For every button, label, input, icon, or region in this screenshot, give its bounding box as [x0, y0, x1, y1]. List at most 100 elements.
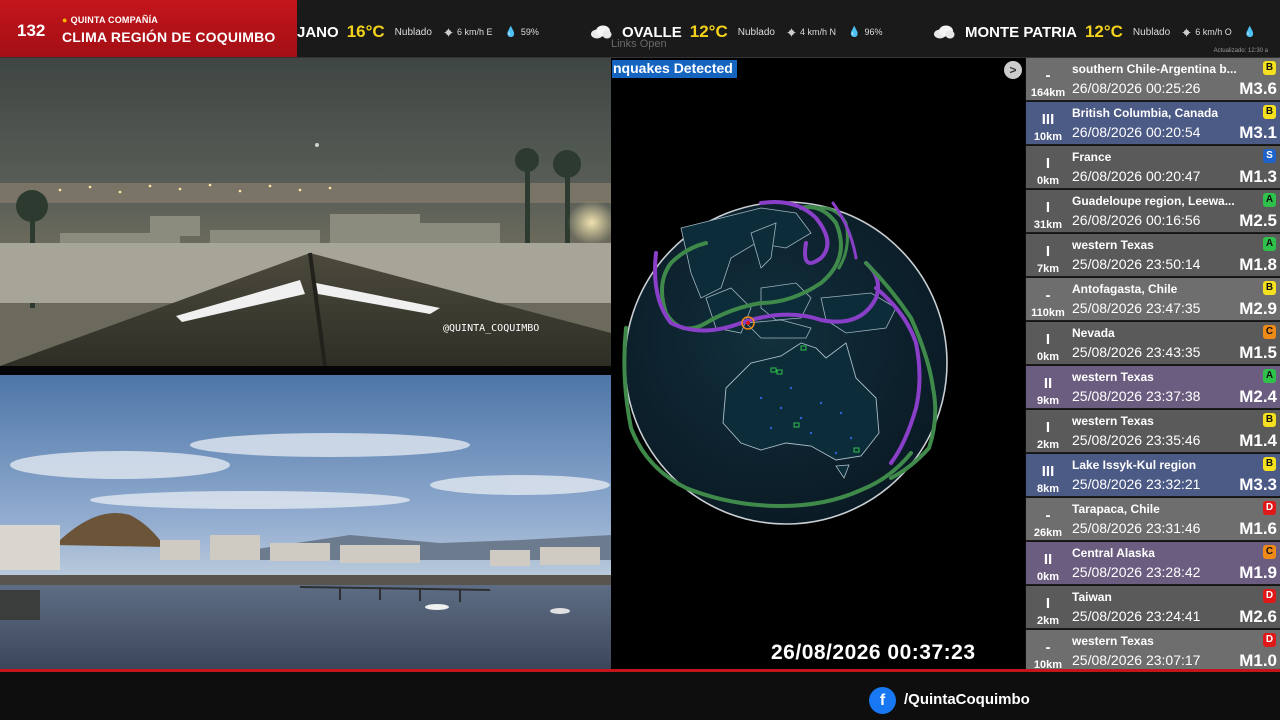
brand-number: 132	[17, 21, 46, 40]
quality-badge: A	[1263, 237, 1276, 251]
overlay-links-text: Links Open	[611, 38, 667, 50]
intensity-value: III	[1041, 463, 1055, 480]
earthquake-row[interactable]: I 0km France 26/08/2026 00:20:47 S M1.3	[1026, 146, 1280, 189]
brand-title: CLIMA REGIÓN DE COQUIMBO	[62, 29, 276, 45]
quake-time: 25/08/2026 23:32:21	[1072, 476, 1201, 492]
depth-value: 164km	[1030, 87, 1066, 99]
quality-badge: D	[1263, 589, 1276, 603]
depth-value: 2km	[1036, 615, 1060, 627]
wind-icon	[1182, 27, 1192, 37]
earthquake-row[interactable]: -10km western Texas 25/08/2026 23:07:17 …	[1026, 630, 1280, 670]
quake-location: Tarapaca, Chile	[1072, 502, 1160, 516]
current-datetime: 26/08/2026 00:37:23	[771, 641, 976, 664]
intensity-cell: - 110km	[1026, 278, 1070, 321]
city-humidity: 💧 96%	[848, 27, 882, 38]
city-wind: 4 km/h N	[786, 27, 836, 37]
quake-time: 25/08/2026 23:47:35	[1072, 300, 1201, 316]
earthquake-row[interactable]: I 0km Nevada 25/08/2026 23:43:35 C M1.5	[1026, 322, 1280, 365]
quake-location: Central Alaska	[1072, 546, 1155, 560]
earthquake-row[interactable]: - 164km southern Chile-Argentina b... 26/…	[1026, 58, 1280, 101]
humidity-drop-icon: 💧	[848, 26, 861, 38]
brand-subtitle: ● QUINTA COMPAÑÍA	[62, 15, 158, 25]
depth-value: 8km	[1036, 483, 1060, 495]
intensity-value: -	[1045, 507, 1051, 524]
depth-value: 9km	[1036, 395, 1060, 407]
camera-separator	[0, 366, 611, 375]
earthquakes-detected-label: nquakes Detected	[612, 60, 737, 78]
facebook-icon[interactable]: f	[869, 687, 896, 714]
earthquake-list[interactable]: - 164km southern Chile-Argentina b... 26/…	[1026, 58, 1280, 670]
quake-magnitude: M3.3	[1239, 475, 1277, 494]
intensity-cell: I 2km	[1026, 586, 1070, 629]
facebook-handle[interactable]: /QuintaCoquimbo	[904, 691, 1030, 708]
earthquake-row[interactable]: - 110km Antofagasta, Chile 25/08/2026 23:…	[1026, 278, 1280, 321]
quake-location: western Texas	[1072, 370, 1154, 384]
quake-time: 25/08/2026 23:35:46	[1072, 432, 1201, 448]
earthquake-row[interactable]: II 0km Central Alaska 25/08/2026 23:28:42…	[1026, 542, 1280, 585]
city-wind: 6 km/h O	[1182, 27, 1232, 37]
depth-value: 31km	[1033, 219, 1063, 231]
intensity-value: -	[1045, 67, 1051, 84]
city-wind-value: 6 km/h O	[1195, 27, 1232, 37]
quake-location: western Texas	[1072, 634, 1154, 648]
quake-time: 26/08/2026 00:20:54	[1072, 124, 1201, 140]
quality-badge: D	[1263, 501, 1276, 515]
humidity-drop-icon: 💧	[504, 26, 517, 38]
city-temperature: 12°C	[1084, 22, 1123, 41]
intensity-value: I	[1045, 155, 1051, 172]
camera-feed-night: @QUINTA_COQUIMBO	[0, 58, 611, 366]
city-wind-value: 6 km/h E	[456, 27, 493, 37]
quake-location: France	[1072, 150, 1112, 164]
quake-location: southern Chile-Argentina b...	[1072, 62, 1237, 76]
quality-badge: C	[1263, 325, 1276, 339]
quality-badge: A	[1263, 193, 1276, 207]
city-temperature: 12°C	[689, 22, 728, 41]
earthquake-row[interactable]: III 8km Lake Issyk-Kul region 25/08/2026 …	[1026, 454, 1280, 497]
quake-magnitude: M1.8	[1239, 255, 1277, 274]
earthquake-row[interactable]: - 26km Tarapaca, Chile 25/08/2026 23:31:4…	[1026, 498, 1280, 541]
earthquake-row[interactable]: III 10km British Columbia, Canada 26/08/2…	[1026, 102, 1280, 145]
intensity-cell: III 8km	[1026, 454, 1070, 497]
quake-time: 25/08/2026 23:07:17	[1072, 652, 1201, 668]
quake-location: British Columbia, Canada	[1072, 106, 1219, 120]
camera-feed-bay	[0, 375, 611, 669]
earthquake-row[interactable]: II 9km western Texas 25/08/2026 23:37:38 …	[1026, 366, 1280, 409]
earthquake-globe-panel: nquakes Detected > 26/08/2026 00:37:23	[611, 58, 1025, 670]
quake-time: 25/08/2026 23:24:41	[1072, 608, 1201, 624]
quality-badge: A	[1263, 369, 1276, 383]
intensity-cell: -10km	[1026, 630, 1070, 671]
weather-ticker: JANO 16°C Nublado 6 km/h E 💧 59% OVALLE 1…	[297, 0, 1280, 57]
quake-time: 25/08/2026 23:43:35	[1072, 344, 1201, 360]
city-wind-value: 4 km/h N	[799, 27, 836, 37]
intensity-value: II	[1043, 551, 1053, 568]
quake-location: western Texas	[1072, 414, 1154, 428]
intensity-value: -	[1045, 287, 1051, 304]
quake-magnitude: M1.6	[1239, 519, 1277, 538]
city-name: MONTE PATRIA	[965, 23, 1077, 41]
city-humidity-value: 96%	[864, 27, 883, 37]
intensity-cell: I 0km	[1026, 146, 1070, 189]
intensity-value: II	[1043, 375, 1053, 392]
quality-badge: B	[1263, 281, 1276, 295]
quake-magnitude: M2.4	[1239, 387, 1277, 406]
earthquake-row[interactable]: I 31km Guadeloupe region, Leewa... 26/08/…	[1026, 190, 1280, 233]
city-humidity-value: 59%	[520, 27, 539, 37]
depth-value: 10km	[1033, 131, 1063, 143]
brand-subtitle-text: QUINTA COMPAÑÍA	[70, 15, 158, 25]
earthquake-row[interactable]: I 7km western Texas 25/08/2026 23:50:14 A…	[1026, 234, 1280, 277]
intensity-cell: - 164km	[1026, 58, 1070, 101]
camera-night-image	[0, 58, 611, 366]
quake-time: 25/08/2026 23:50:14	[1072, 256, 1201, 272]
earthquake-row[interactable]: I 2km Taiwan 25/08/2026 23:24:41 D M2.6	[1026, 586, 1280, 629]
next-arrow-button[interactable]: >	[1004, 61, 1022, 79]
quality-badge: B	[1263, 413, 1276, 427]
quake-time: 26/08/2026 00:25:26	[1072, 80, 1201, 96]
earthquake-globe[interactable]	[611, 58, 1025, 670]
intensity-cell: III 10km	[1026, 102, 1070, 145]
camera-bay-image	[0, 375, 611, 669]
earthquake-row[interactable]: I 2km western Texas 25/08/2026 23:35:46 B…	[1026, 410, 1280, 453]
weather-city: MONTE PATRIA 12°C Nublado 6 km/h O 💧	[933, 22, 1260, 42]
quake-magnitude: M2.9	[1239, 299, 1277, 318]
intensity-value: III	[1041, 111, 1055, 128]
bullet-icon: ●	[62, 15, 68, 25]
